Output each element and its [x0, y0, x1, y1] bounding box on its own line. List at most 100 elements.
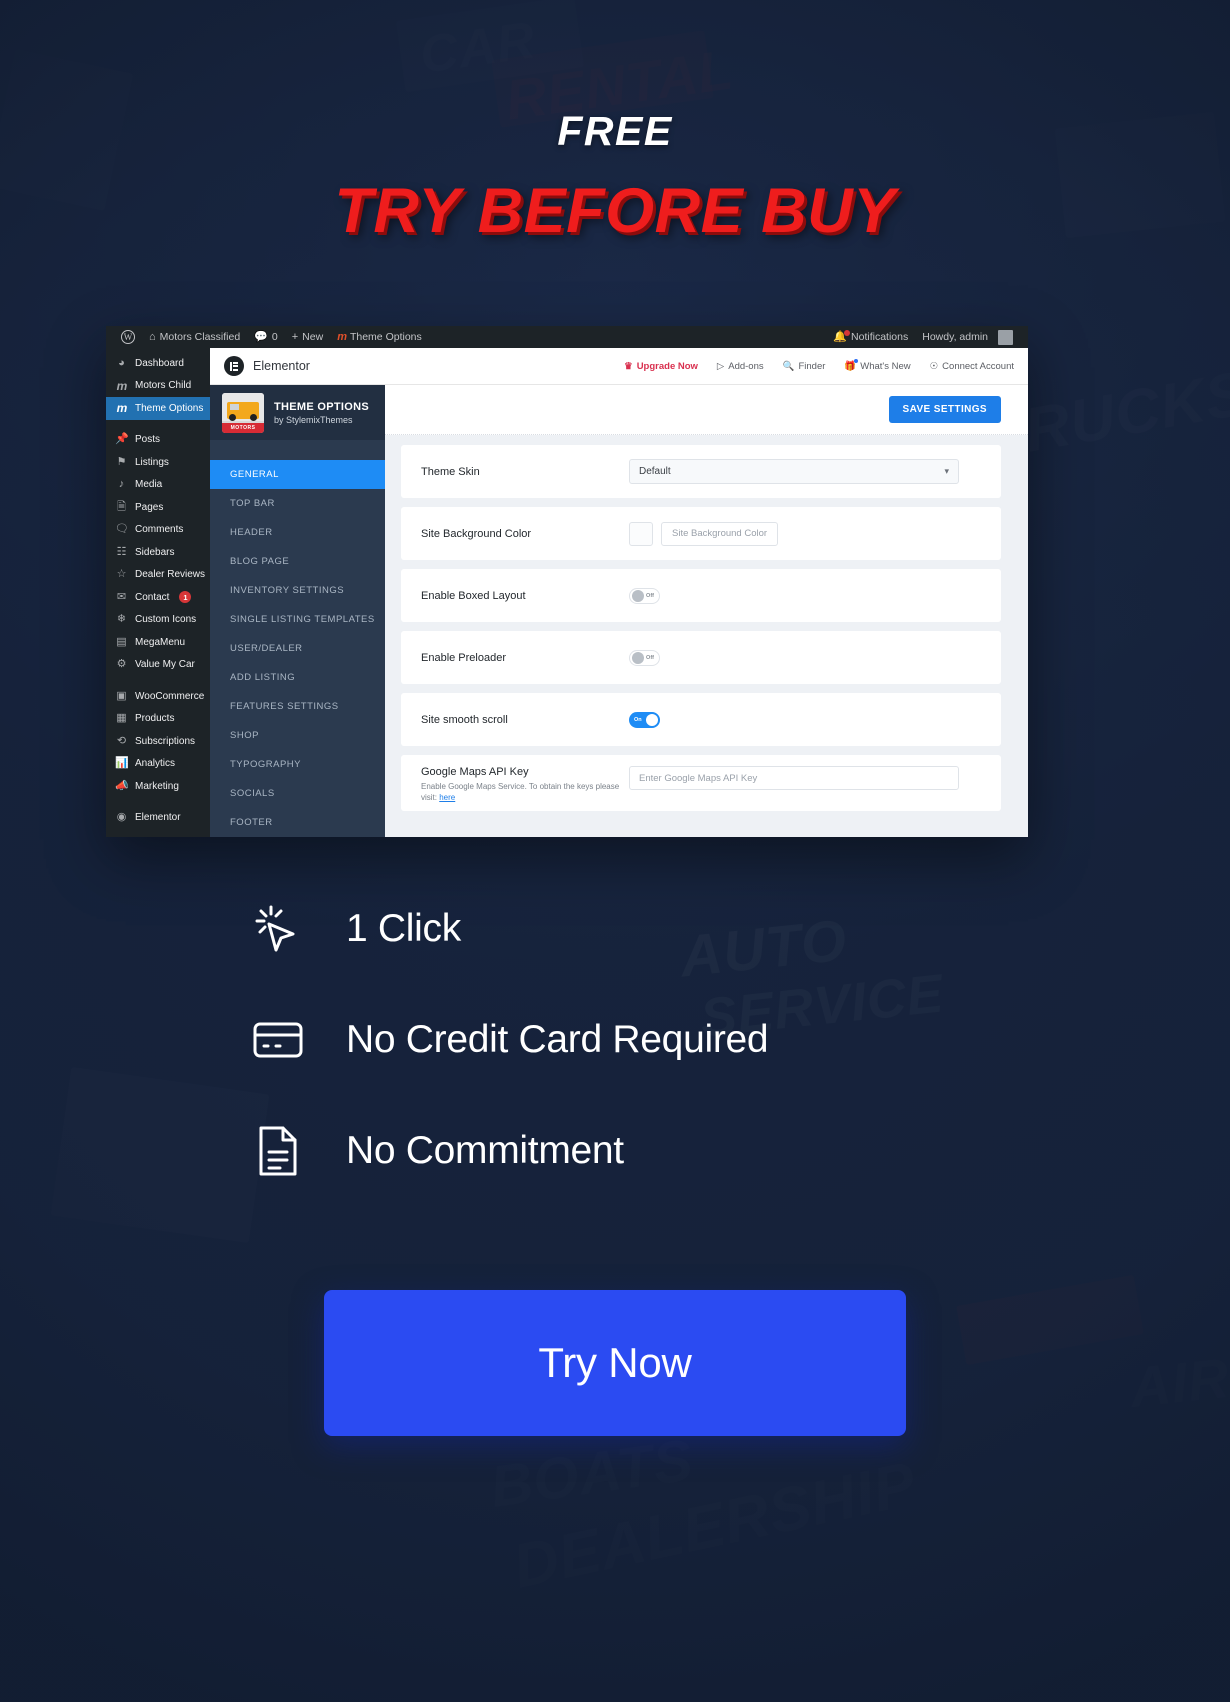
setting-google-maps-api-key: Google Maps API Key Enable Google Maps S…: [401, 755, 1001, 811]
notifications-label: Notifications: [851, 331, 909, 343]
upgrade-now-button[interactable]: ♛ Upgrade Now: [624, 361, 698, 372]
finder-button[interactable]: 🔍 Finder: [783, 361, 826, 372]
sidebar-item-analytics[interactable]: 📊 Analytics: [106, 753, 210, 776]
setting-site-background-color: Site Background Color Site Background Co…: [401, 507, 1001, 560]
elementor-icon: ◉: [116, 811, 127, 824]
tab-footer[interactable]: FOOTER: [210, 808, 385, 837]
sidebar-item-sidebars[interactable]: ☷ Sidebars: [106, 541, 210, 564]
motors-theme-thumbnail-icon: MOTORS: [222, 392, 264, 433]
tab-blog-page[interactable]: BLOG PAGE: [210, 547, 385, 576]
feature-label: No Credit Card Required: [346, 1018, 769, 1061]
sidebar-item-value-my-car[interactable]: ⚙ Value My Car: [106, 654, 210, 677]
new-button[interactable]: + New: [285, 326, 330, 348]
elementor-toolbar: Elementor ♛ Upgrade Now ▷ Add-ons 🔍 Find…: [210, 348, 1028, 385]
listings-icon: ⚑: [116, 455, 127, 468]
document-icon: [248, 1122, 308, 1180]
site-smooth-scroll-toggle[interactable]: On: [629, 711, 660, 728]
account-menu[interactable]: Howdy, admin: [915, 326, 1020, 348]
elementor-nav: ♛ Upgrade Now ▷ Add-ons 🔍 Finder 🎁 What'…: [624, 358, 1014, 372]
hero-eyebrow: FREE: [557, 108, 673, 154]
tab-general[interactable]: GENERAL: [210, 460, 385, 489]
motors-logo-icon: m: [116, 378, 128, 393]
sidebar-item-media[interactable]: ♪ Media: [106, 474, 210, 497]
site-background-color-label: Site Background Color: [421, 527, 532, 540]
setting-enable-preloader: Enable Preloader Off: [401, 631, 1001, 684]
search-icon: 🔍: [782, 360, 795, 372]
sidebar-item-comments[interactable]: 🗨 Comments: [106, 519, 210, 542]
sidebar-item-theme-options[interactable]: m Theme Options: [106, 397, 210, 420]
sidebar-separator: [106, 798, 210, 807]
sidebar-item-label: Dashboard: [135, 357, 184, 369]
analytics-icon: 📊: [115, 757, 129, 770]
sidebar-item-pages[interactable]: 🗎 Pages: [106, 496, 210, 519]
tab-add-listing[interactable]: ADD LISTING: [210, 663, 385, 692]
pages-icon: 🗎: [117, 500, 126, 513]
sidebar-item-label: Custom Icons: [135, 614, 197, 626]
whats-new-button[interactable]: 🎁 What's New: [844, 358, 911, 372]
enable-preloader-toggle[interactable]: Off: [629, 649, 660, 666]
tab-top-bar[interactable]: TOP BAR: [210, 489, 385, 518]
tab-inventory-settings[interactable]: INVENTORY SETTINGS: [210, 576, 385, 605]
subscriptions-icon: ⟲: [116, 734, 127, 747]
wp-logo-button[interactable]: W: [114, 326, 142, 348]
feature-label: 1 Click: [346, 907, 461, 950]
megamenu-icon: ▤: [116, 635, 127, 648]
sidebar-item-subscriptions[interactable]: ⟲ Subscriptions: [106, 730, 210, 753]
feature-item-1-click: 1 Click: [0, 900, 1230, 958]
sidebar-item-products[interactable]: ▦ Products: [106, 708, 210, 731]
tab-single-listing-templates[interactable]: SINGLE LISTING TEMPLATES: [210, 605, 385, 634]
sidebar-item-label: Listings: [135, 456, 169, 468]
products-icon: ▦: [116, 712, 127, 725]
sidebar-item-label: Subscriptions: [135, 735, 196, 747]
tab-header[interactable]: HEADER: [210, 518, 385, 547]
sidebar-item-dealer-reviews[interactable]: ☆ Dealer Reviews: [106, 564, 210, 587]
enable-boxed-layout-toggle[interactable]: Off: [629, 587, 660, 604]
sidebar-item-marketing[interactable]: 📣 Marketing: [106, 775, 210, 798]
sidebar-item-label: Contact: [135, 591, 170, 603]
sidebar-item-label: Analytics: [135, 758, 176, 770]
sidebar-item-elementor[interactable]: ◉ Elementor: [106, 807, 210, 830]
site-background-color-input[interactable]: Site Background Color: [661, 521, 779, 546]
color-swatch-button[interactable]: [629, 521, 653, 546]
crown-icon: ♛: [624, 360, 633, 372]
try-now-button[interactable]: Try Now: [324, 1290, 906, 1436]
google-maps-api-key-input[interactable]: Enter Google Maps API Key: [629, 766, 959, 790]
setting-enable-boxed-layout: Enable Boxed Layout Off: [401, 569, 1001, 622]
tab-shop[interactable]: SHOP: [210, 721, 385, 750]
notifications-button[interactable]: 🔔 Notifications: [826, 326, 915, 348]
sidebar-item-custom-icons[interactable]: ❄ Custom Icons: [106, 609, 210, 632]
tab-user-dealer[interactable]: USER/DEALER: [210, 634, 385, 663]
sidebar-item-listings[interactable]: ⚑ Listings: [106, 451, 210, 474]
wordpress-icon: W: [121, 330, 135, 344]
add-ons-button[interactable]: ▷ Add-ons: [717, 361, 764, 372]
connect-account-button[interactable]: ☉ Connect Account: [930, 361, 1014, 372]
theme-options-subtitle: by StylemixThemes: [274, 414, 353, 425]
new-label: New: [302, 331, 324, 343]
theme-skin-select[interactable]: Default ▾: [629, 459, 959, 484]
theme-options-title: THEME OPTIONS: [274, 400, 369, 413]
site-name-button[interactable]: ⌂ Motors Classified: [142, 326, 247, 348]
google-maps-help-link[interactable]: here: [439, 793, 455, 802]
tab-socials[interactable]: SOCIALS: [210, 779, 385, 808]
gear-icon: ⚙: [116, 658, 127, 671]
sidebar-item-contact[interactable]: ✉ Contact 1: [106, 586, 210, 609]
comments-button[interactable]: 💬 0: [247, 326, 285, 348]
sidebar-item-motors-child[interactable]: m Motors Child: [106, 375, 210, 398]
adminbar-theme-options-button[interactable]: m Theme Options: [330, 326, 429, 348]
comment-icon: 🗨: [115, 523, 129, 536]
save-settings-button[interactable]: SAVE SETTINGS: [888, 396, 1001, 423]
sidebar-item-woocommerce[interactable]: ▣ WooCommerce: [106, 685, 210, 708]
sidebar-item-posts[interactable]: 📌 Posts: [106, 429, 210, 452]
tab-typography[interactable]: TYPOGRAPHY: [210, 750, 385, 779]
setting-site-smooth-scroll: Site smooth scroll On: [401, 693, 1001, 746]
theme-options-nav[interactable]: MOTORS THEME OPTIONS by StylemixThemes G…: [210, 385, 385, 837]
sidebar-item-label: Dealer Reviews: [135, 569, 206, 581]
tab-features-settings[interactable]: FEATURES SETTINGS: [210, 692, 385, 721]
avatar: [998, 329, 1013, 345]
sidebar-item-label: Media: [135, 479, 163, 491]
sidebar-item-megamenu[interactable]: ▤ MegaMenu: [106, 631, 210, 654]
sidebar-item-dashboard[interactable]: ◕ Dashboard: [106, 352, 210, 375]
marketing-icon: 📣: [115, 779, 129, 792]
wp-admin-sidebar[interactable]: ◕ Dashboard m Motors Child m Theme Optio…: [106, 348, 210, 837]
sidebar-item-label: Motors Child: [135, 380, 192, 392]
